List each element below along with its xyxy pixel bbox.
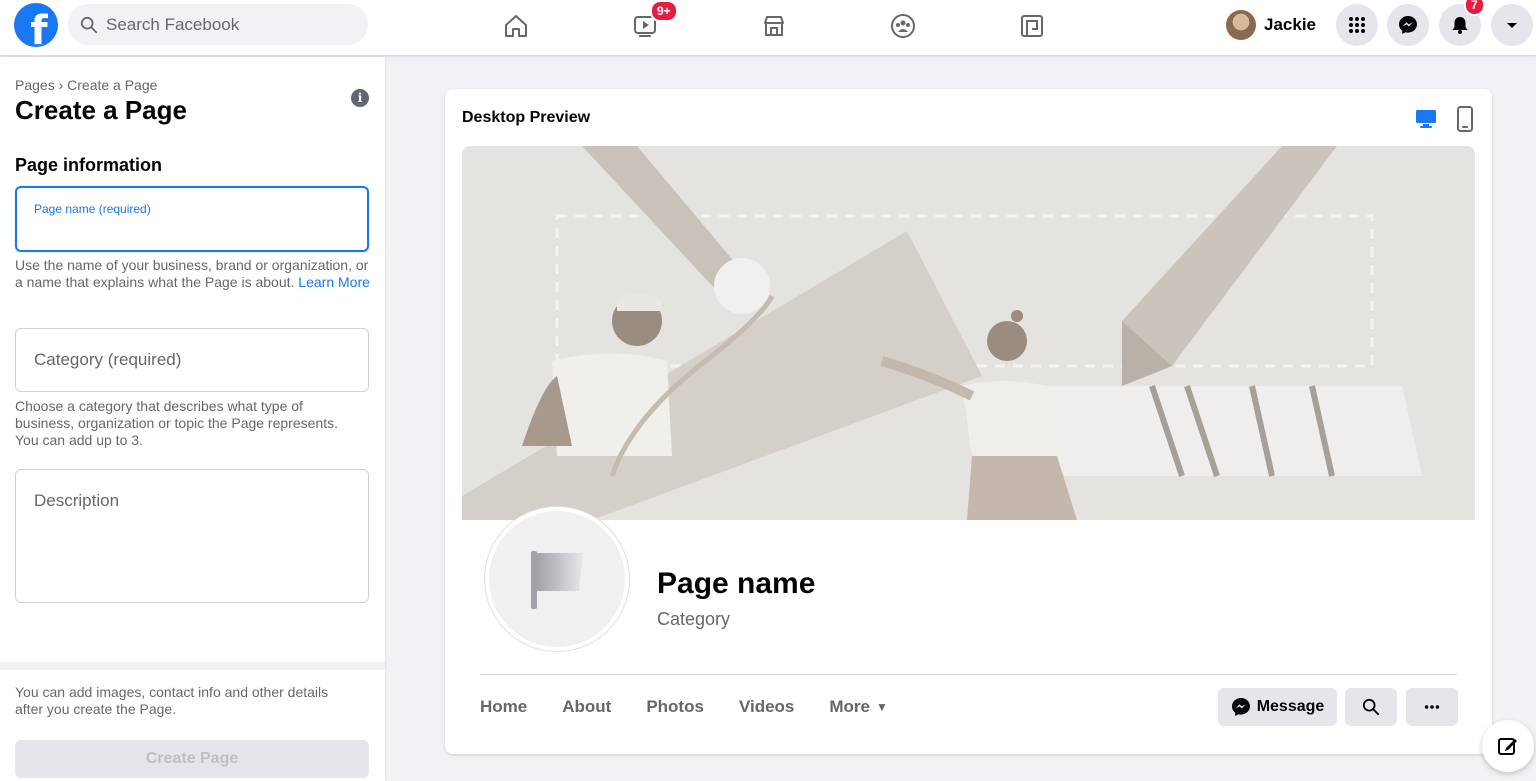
groups-icon	[891, 14, 915, 38]
page-name-help: Use the name of your business, brand or …	[15, 257, 370, 290]
avatar	[1226, 10, 1256, 40]
preview-tabs: Home About Photos Videos More ▼	[480, 687, 923, 727]
cover-illustration	[462, 146, 1475, 520]
more-options-button[interactable]	[1406, 688, 1458, 726]
caret-down-icon: ▼	[876, 700, 888, 714]
gaming-nav-button[interactable]	[1014, 8, 1050, 44]
search-bar[interactable]	[68, 4, 368, 45]
tab-photos[interactable]: Photos	[646, 697, 704, 717]
search-icon	[80, 16, 98, 33]
create-page-button[interactable]: Create Page	[15, 740, 369, 778]
tab-home[interactable]: Home	[480, 697, 527, 717]
home-nav-button[interactable]	[498, 8, 534, 44]
compose-icon	[1498, 738, 1517, 755]
facebook-logo-icon[interactable]: f	[14, 3, 58, 47]
description-placeholder: Description	[34, 491, 120, 510]
profile-picture-placeholder	[485, 507, 629, 651]
menu-grid-icon	[1349, 17, 1365, 33]
page-search-button[interactable]	[1345, 688, 1397, 726]
messenger-button[interactable]	[1387, 4, 1429, 46]
preview-page-name: Page name	[657, 567, 816, 600]
gaming-icon	[1021, 15, 1043, 37]
page-name-label: Page name (required)	[34, 202, 151, 216]
message-button[interactable]: Message	[1218, 688, 1337, 726]
breadcrumb[interactable]: Pages › Create a Page	[15, 77, 157, 93]
desktop-preview-card: Desktop Preview Page name Category Home …	[445, 89, 1492, 754]
notifications-badge: 7	[1464, 0, 1485, 16]
tab-about[interactable]: About	[562, 697, 611, 717]
bell-icon	[1452, 17, 1468, 34]
category-placeholder: Category (required)	[34, 350, 182, 369]
preview-title: Desktop Preview	[462, 109, 591, 126]
page-title: Create a Page	[15, 95, 187, 125]
messenger-icon	[1231, 698, 1250, 716]
menu-button[interactable]	[1336, 4, 1378, 46]
panel-footer: You can add images, contact info and oth…	[0, 662, 385, 781]
notifications-button[interactable]: 7	[1439, 0, 1485, 46]
marketplace-icon	[764, 16, 784, 36]
tab-more-label: More	[829, 697, 870, 716]
learn-more-link[interactable]: Learn More	[298, 274, 370, 290]
preview-category: Category	[657, 609, 731, 629]
desktop-icon[interactable]	[1414, 107, 1438, 131]
tab-more[interactable]: More ▼	[829, 697, 888, 717]
profile-name: Jackie	[1264, 15, 1316, 34]
caret-down-icon	[1507, 23, 1517, 28]
divider	[480, 674, 1457, 675]
search-icon	[1362, 698, 1380, 716]
new-message-button[interactable]	[1482, 720, 1534, 772]
groups-nav-button[interactable]	[885, 8, 921, 44]
info-icon[interactable]: i	[351, 89, 369, 107]
page-name-input[interactable]	[33, 220, 353, 238]
flag-icon	[531, 551, 583, 609]
category-field[interactable]: Category (required)	[15, 328, 369, 392]
search-input[interactable]	[106, 14, 346, 35]
watch-badge: 9+	[650, 0, 678, 22]
category-help: Choose a category that describes what ty…	[15, 398, 338, 448]
account-button[interactable]	[1491, 4, 1533, 46]
section-heading: Page information	[15, 155, 163, 175]
messenger-icon	[1399, 16, 1417, 34]
description-field[interactable]: Description	[15, 469, 369, 603]
marketplace-nav-button[interactable]	[756, 8, 792, 44]
mobile-icon[interactable]	[1454, 106, 1476, 132]
home-icon	[505, 15, 527, 37]
ellipsis-icon	[1424, 705, 1440, 709]
footer-text: You can add images, contact info and oth…	[15, 684, 329, 717]
tab-videos[interactable]: Videos	[739, 697, 794, 717]
page-name-field[interactable]: Page name (required)	[15, 186, 369, 252]
create-page-panel: Pages › Create a Page Create a Page i Pa…	[0, 57, 385, 781]
message-button-label: Message	[1256, 698, 1325, 715]
watch-nav-button[interactable]: 9+	[627, 0, 678, 44]
top-navigation-bar: f 9+ Jackie 7	[0, 0, 1536, 56]
profile-button[interactable]: Jackie	[1226, 8, 1316, 42]
